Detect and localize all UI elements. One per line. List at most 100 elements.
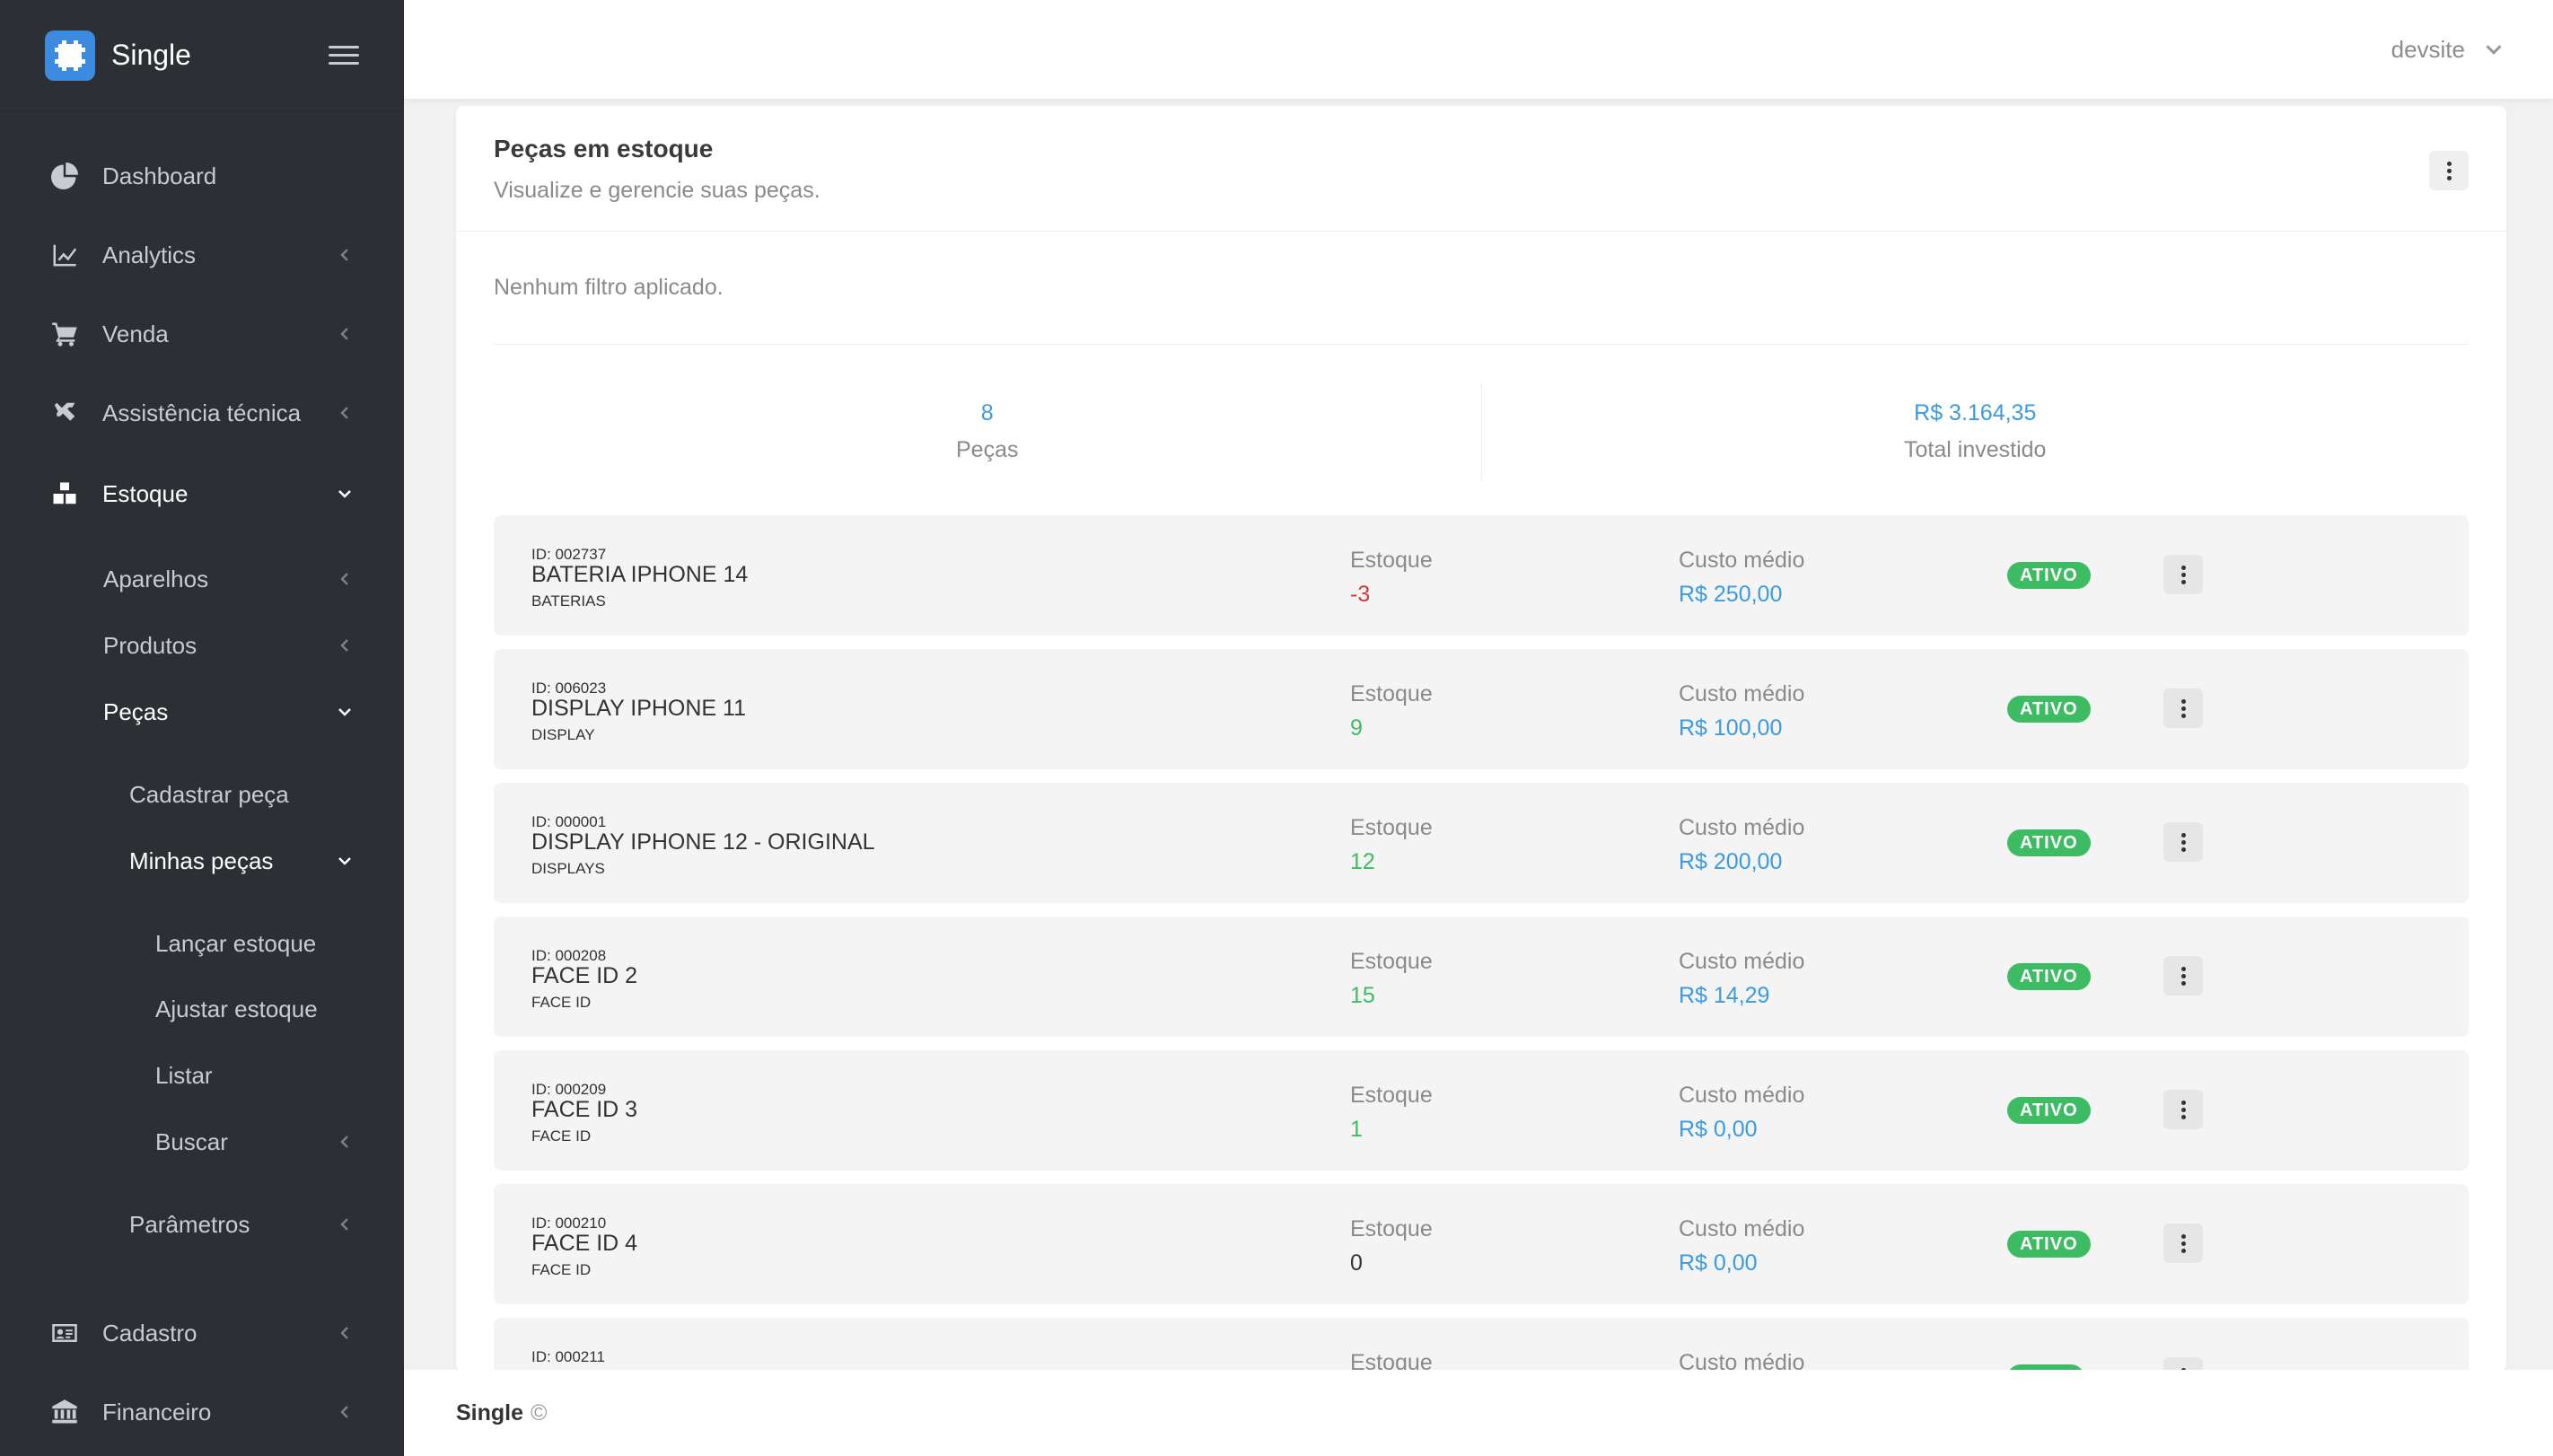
item-id: ID: 000209 <box>531 1081 607 1098</box>
sidebar-item-label: Minhas peças <box>129 846 274 874</box>
custo-value: R$ 100,00 <box>1679 715 1783 741</box>
sidebar-item-label: Produtos <box>103 631 197 659</box>
estoque-value: -3 <box>1350 582 1371 607</box>
estoque-value: 1 <box>1350 1117 1363 1142</box>
item-category: FACE ID <box>531 1127 592 1145</box>
item-category: DISPLAYS <box>531 860 605 877</box>
list-item[interactable]: ID: 000208 FACE ID 2 FACE ID Estoque 15 … <box>494 917 2469 1037</box>
sidebar-item-label: Estoque <box>102 479 189 507</box>
estoque-value: 12 <box>1350 849 1375 874</box>
user-menu[interactable]: devsite <box>2391 36 2503 64</box>
status-badge: ATIVO <box>2007 963 2091 990</box>
sidebar-item-label: Aparelhos <box>103 565 209 592</box>
summary-pecas: 8 Peças <box>494 383 1481 480</box>
item-id: ID: 000211 <box>531 1348 605 1365</box>
row-options-button[interactable] <box>2163 1224 2203 1263</box>
summary: 8 Peças R$ 3.164,35 Total investido <box>494 345 2469 519</box>
sidebar-item-pecas[interactable]: Peças <box>0 687 404 737</box>
sidebar-item-dashboard[interactable]: Dashboard <box>0 151 404 201</box>
chevron-left-icon <box>336 1133 354 1151</box>
custo-value: R$ 0,00 <box>1679 1117 1758 1142</box>
sidebar-item-label: Parâmetros <box>129 1210 250 1238</box>
estoque-label: Estoque <box>1350 949 1433 974</box>
sidebar-item-label: Cadastro <box>102 1319 197 1346</box>
custo-value: R$ 250,00 <box>1679 582 1783 607</box>
list-item[interactable]: ID: 006023 DISPLAY IPHONE 11 DISPLAY Est… <box>494 649 2469 769</box>
more-vertical-icon <box>2180 565 2186 584</box>
summary-total: R$ 3.164,35 Total investido <box>1480 383 2470 480</box>
chevron-down-icon <box>336 852 354 870</box>
page-subtitle: Visualize e gerencie suas peças. <box>494 178 820 203</box>
sidebar-item-produtos[interactable]: Produtos <box>0 620 404 671</box>
custo-label: Custo médio <box>1679 548 1805 573</box>
sidebar-item-label: Peças <box>103 697 169 725</box>
sidebar-item-estoque[interactable]: Estoque <box>0 469 404 519</box>
custo-value: R$ 14,29 <box>1679 983 1770 1008</box>
page-title: Peças em estoque <box>494 135 714 162</box>
more-vertical-icon <box>2180 966 2186 986</box>
more-vertical-icon <box>2180 1233 2186 1253</box>
row-options-button[interactable] <box>2163 956 2203 996</box>
list-item[interactable]: ID: 000001 DISPLAY IPHONE 12 - ORIGINAL … <box>494 783 2469 903</box>
custo-label: Custo médio <box>1679 1350 1805 1372</box>
sidebar-item-label: Lançar estoque <box>155 929 317 957</box>
item-id: ID: 006023 <box>531 680 607 697</box>
card-options-button[interactable] <box>2429 151 2469 190</box>
custo-label: Custo médio <box>1679 815 1805 840</box>
sidebar-item-cadastro[interactable]: Cadastro <box>0 1308 404 1358</box>
sidebar-item-analytics[interactable]: Analytics <box>0 230 404 280</box>
row-options-button[interactable] <box>2163 822 2203 862</box>
sidebar-item-minhas-pecas[interactable]: Minhas peças <box>0 836 404 886</box>
brand-bar: Single <box>0 0 404 111</box>
sidebar-item-assistencia-tecnica[interactable]: Assistência técnica <box>0 388 404 438</box>
row-options-button[interactable] <box>2163 555 2203 594</box>
app-name: Single <box>111 39 191 71</box>
sidebar: Single Dashboard Analytics Venda Assistê… <box>0 0 404 1456</box>
list-item[interactable]: ID: 000209 FACE ID 3 FACE ID Estoque 1 C… <box>494 1050 2469 1171</box>
item-name: FACE ID 4 <box>531 1231 638 1256</box>
chevron-down-icon <box>336 703 354 721</box>
sidebar-item-aparelhos[interactable]: Aparelhos <box>0 554 404 604</box>
row-options-button[interactable] <box>2163 1090 2203 1129</box>
sidebar-item-label: Analytics <box>102 241 197 268</box>
sidebar-item-financeiro[interactable]: Financeiro <box>0 1387 404 1437</box>
item-name: FACE ID 3 <box>531 1097 638 1122</box>
sidebar-item-buscar[interactable]: Buscar <box>0 1117 404 1167</box>
chevron-left-icon <box>336 246 354 264</box>
item-id: ID: 000208 <box>531 947 607 964</box>
footer: Single © <box>404 1370 2553 1456</box>
item-category: FACE ID <box>531 1261 592 1278</box>
summary-total-label: Total investido <box>1904 437 2047 462</box>
sidebar-item-lancar-estoque[interactable]: Lançar estoque <box>0 918 404 969</box>
app-logo-icon <box>45 30 95 81</box>
sidebar-item-label: Venda <box>102 320 169 347</box>
sidebar-item-parametros[interactable]: Parâmetros <box>0 1199 404 1250</box>
pecas-card: Peças em estoque Visualize e gerencie su… <box>456 106 2506 1372</box>
more-vertical-icon <box>2180 698 2186 718</box>
menu-toggle-icon[interactable] <box>329 46 359 65</box>
row-options-button[interactable] <box>2163 689 2203 728</box>
status-badge: ATIVO <box>2007 696 2091 723</box>
sidebar-item-cadastrar-peca[interactable]: Cadastrar peça <box>0 769 404 820</box>
status-badge: ATIVO <box>2007 1097 2091 1124</box>
item-name: DISPLAY IPHONE 11 <box>531 696 746 721</box>
sidebar-item-listar[interactable]: Listar <box>0 1050 404 1101</box>
more-vertical-icon <box>2180 832 2186 852</box>
status-badge: ATIVO <box>2007 1231 2091 1258</box>
chevron-left-icon <box>336 404 354 422</box>
list-item[interactable]: ID: 000211 Estoque Custo médio <box>494 1318 2469 1372</box>
estoque-label: Estoque <box>1350 1083 1433 1108</box>
item-category: DISPLAY <box>531 726 595 743</box>
sidebar-item-ajustar-estoque[interactable]: Ajustar estoque <box>0 984 404 1034</box>
list-item[interactable]: ID: 000210 FACE ID 4 FACE ID Estoque 0 C… <box>494 1184 2469 1304</box>
custo-value: R$ 0,00 <box>1679 1250 1758 1276</box>
chevron-down-icon <box>2486 45 2502 55</box>
item-name: BATERIA IPHONE 14 <box>531 562 749 587</box>
top-header: devsite <box>404 0 2553 99</box>
list-item[interactable]: ID: 002737 BATERIA IPHONE 14 BATERIAS Es… <box>494 515 2469 636</box>
estoque-label: Estoque <box>1350 815 1433 840</box>
status-badge: ATIVO <box>2007 562 2091 589</box>
sidebar-item-venda[interactable]: Venda <box>0 309 404 359</box>
pecas-list: ID: 002737 BATERIA IPHONE 14 BATERIAS Es… <box>494 515 2469 1372</box>
bank-icon <box>50 1398 79 1426</box>
